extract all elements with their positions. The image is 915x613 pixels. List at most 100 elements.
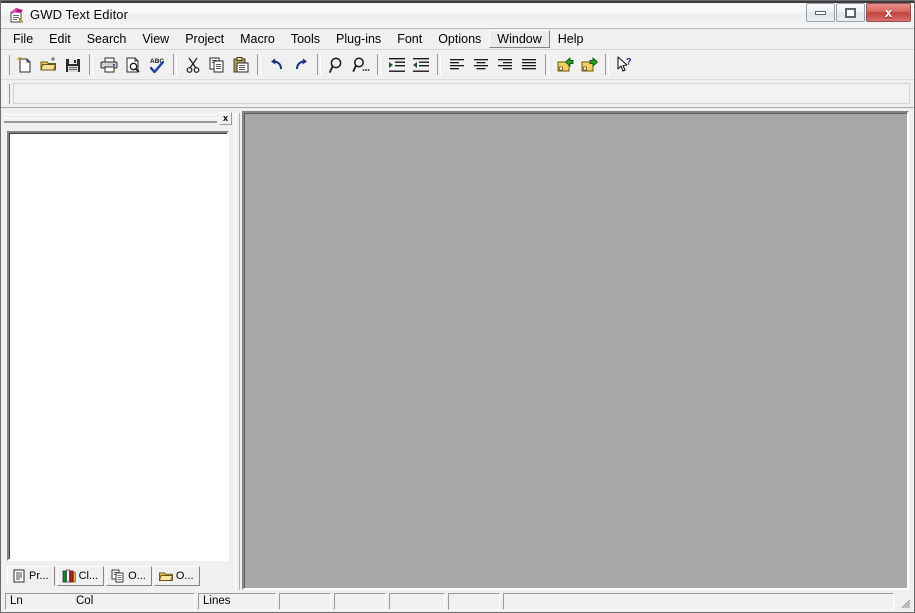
menu-bar: File Edit Search View Project Macro Tool… xyxy=(1,29,914,50)
menu-macro-label: Macro xyxy=(240,32,275,46)
undo-button[interactable] xyxy=(265,53,289,76)
find-button[interactable] xyxy=(325,53,349,76)
save-floppy-icon xyxy=(64,56,82,74)
toolbar-grip[interactable] xyxy=(5,55,10,75)
paste-icon xyxy=(232,56,250,74)
find-next-button[interactable] xyxy=(349,53,373,76)
print-icon xyxy=(100,56,118,74)
toolbar-area: ABC xyxy=(1,50,914,108)
menu-help-label: Help xyxy=(558,32,584,46)
restore-button[interactable] xyxy=(836,3,865,22)
toolbar-secondary xyxy=(1,79,914,107)
application-window: GWD Text Editor x File Edit Search View … xyxy=(0,0,915,613)
panel-splitter[interactable] xyxy=(235,113,240,590)
status-cell-7 xyxy=(448,593,500,610)
menu-file-label: File xyxy=(13,32,33,46)
menu-font-label: Font xyxy=(397,32,422,46)
align-right-button[interactable] xyxy=(493,53,517,76)
indent-decrease-icon xyxy=(412,56,430,74)
workspace: x xyxy=(1,108,914,590)
dock-tab-projects[interactable]: Pr... xyxy=(7,566,55,586)
dock-panel: x xyxy=(3,111,233,590)
undo-arrow-icon xyxy=(268,56,286,74)
menu-file[interactable]: File xyxy=(5,30,41,48)
menu-view-label: View xyxy=(142,32,169,46)
align-justify-button[interactable] xyxy=(517,53,541,76)
dock-tab-classes-label: Cl... xyxy=(79,570,99,582)
menu-window-label: Window xyxy=(497,32,541,46)
dock-panel-gripper[interactable] xyxy=(4,114,217,122)
menu-plugins[interactable]: Plug-ins xyxy=(328,30,389,48)
title-bar[interactable]: GWD Text Editor x xyxy=(1,1,914,29)
document-icon xyxy=(12,569,26,583)
menu-font[interactable]: Font xyxy=(389,30,430,48)
dock-panel-header[interactable]: x xyxy=(3,111,233,125)
menu-tools-label: Tools xyxy=(291,32,320,46)
resize-grip[interactable] xyxy=(897,595,911,609)
window-controls: x xyxy=(805,3,911,22)
toolbar-separator xyxy=(377,54,381,75)
nav-back-folder-icon xyxy=(556,56,574,74)
align-center-icon xyxy=(472,56,490,74)
status-cell-8 xyxy=(503,593,894,610)
nav-back-button[interactable] xyxy=(553,53,577,76)
find-next-icon xyxy=(352,56,370,74)
close-icon: x xyxy=(885,6,892,19)
redo-button[interactable] xyxy=(289,53,313,76)
dock-panel-tabs: Pr... Cl... xyxy=(7,561,229,586)
menu-project-label: Project xyxy=(185,32,224,46)
toolbar-secondary-grip[interactable] xyxy=(5,84,10,104)
menu-plugins-label: Plug-ins xyxy=(336,32,381,46)
mdi-client-area[interactable] xyxy=(242,111,909,590)
menu-window[interactable]: Window xyxy=(489,30,549,48)
toolbar-separator xyxy=(317,54,321,75)
nav-forward-button[interactable] xyxy=(577,53,601,76)
new-file-button[interactable] xyxy=(13,53,37,76)
menu-tools[interactable]: Tools xyxy=(283,30,328,48)
minimize-button[interactable] xyxy=(806,3,835,22)
menu-help[interactable]: Help xyxy=(550,30,592,48)
save-button[interactable] xyxy=(61,53,85,76)
find-magnifier-icon xyxy=(328,56,346,74)
align-left-button[interactable] xyxy=(445,53,469,76)
menu-view[interactable]: View xyxy=(134,30,177,48)
cut-scissors-icon xyxy=(184,56,202,74)
toolbar-separator xyxy=(257,54,261,75)
menu-edit-label: Edit xyxy=(49,32,71,46)
open-file-button[interactable] xyxy=(37,53,61,76)
dock-tab-classes[interactable]: Cl... xyxy=(57,566,105,586)
menu-project[interactable]: Project xyxy=(177,30,232,48)
dock-tab-projects-label: Pr... xyxy=(29,570,49,582)
close-icon: x xyxy=(223,114,228,123)
paste-button[interactable] xyxy=(229,53,253,76)
menu-edit[interactable]: Edit xyxy=(41,30,79,48)
menu-options[interactable]: Options xyxy=(430,30,489,48)
project-tree-list[interactable] xyxy=(7,131,229,561)
dock-tab-open-label: O... xyxy=(176,570,194,582)
minimize-icon xyxy=(815,11,826,15)
copy-pages-icon xyxy=(111,569,125,583)
dock-tab-output[interactable]: O... xyxy=(106,566,152,586)
indent-decrease-button[interactable] xyxy=(409,53,433,76)
toolbar-secondary-field[interactable] xyxy=(13,83,910,104)
align-center-button[interactable] xyxy=(469,53,493,76)
redo-arrow-icon xyxy=(292,56,310,74)
dock-panel-close-button[interactable]: x xyxy=(219,112,232,125)
spell-check-button[interactable]: ABC xyxy=(145,53,169,76)
app-icon xyxy=(7,6,25,24)
close-button[interactable]: x xyxy=(866,3,911,22)
open-folder-icon xyxy=(40,56,58,74)
copy-button[interactable] xyxy=(205,53,229,76)
context-help-button[interactable]: ? xyxy=(613,53,637,76)
toolbar-separator xyxy=(89,54,93,75)
dock-tab-open[interactable]: O... xyxy=(154,566,200,586)
indent-increase-button[interactable] xyxy=(385,53,409,76)
print-preview-button[interactable] xyxy=(121,53,145,76)
new-file-icon xyxy=(16,56,34,74)
status-cell-6 xyxy=(389,593,445,610)
print-button[interactable] xyxy=(97,53,121,76)
cut-button[interactable] xyxy=(181,53,205,76)
menu-macro[interactable]: Macro xyxy=(232,30,283,48)
copy-icon xyxy=(208,56,226,74)
menu-search[interactable]: Search xyxy=(79,30,135,48)
